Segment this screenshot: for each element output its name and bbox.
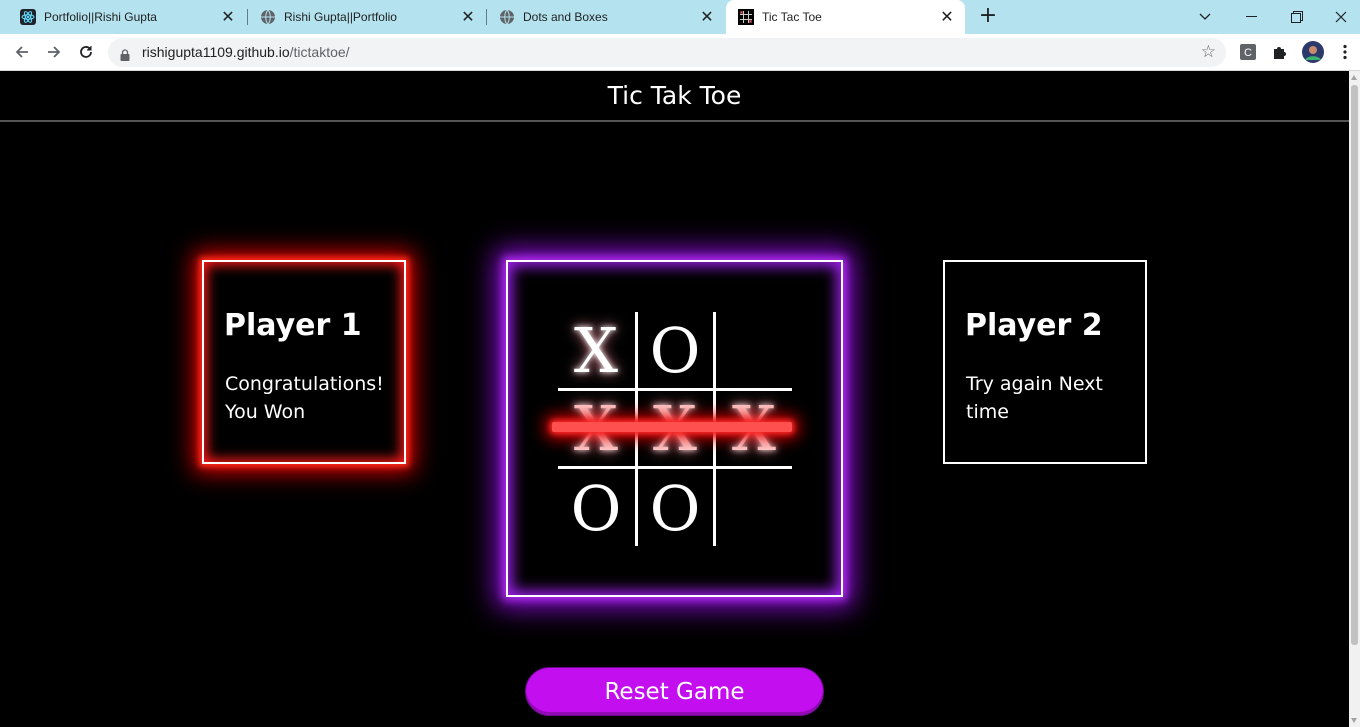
profile-avatar[interactable] [1302, 41, 1324, 63]
page-scrollbar[interactable] [1349, 71, 1360, 727]
tab-portfolio-1[interactable]: Portfolio||Rishi Gupta ✕ [0, 0, 246, 34]
back-icon[interactable] [8, 38, 36, 66]
url-text: rishigupta1109.github.io/tictaktoe/ [142, 44, 350, 60]
globe-icon [260, 9, 276, 25]
scroll-down-icon[interactable] [1351, 718, 1357, 723]
cell-2-2[interactable] [715, 469, 793, 547]
globe-icon [499, 9, 515, 25]
player-2-message-line-2: time [966, 401, 1009, 423]
cell-2-1[interactable]: O [636, 469, 714, 547]
player-1-message-line-2: You Won [225, 401, 306, 423]
page-title: Tic Tak Toe [607, 81, 742, 110]
player-1-message: Congratulations! You Won [225, 370, 384, 426]
tab-title: Portfolio||Rishi Gupta [44, 10, 157, 24]
close-tab-icon[interactable]: ✕ [935, 7, 959, 27]
game-board: X O X X X O O [506, 260, 843, 597]
winning-line [552, 422, 792, 432]
player-2-message: Try again Next time [966, 370, 1103, 426]
player-1-card: Player 1 Congratulations! You Won [202, 260, 406, 464]
reset-game-button[interactable]: Reset Game [525, 667, 824, 716]
address-bar[interactable]: rishigupta1109.github.io/tictaktoe/ ☆ [108, 38, 1226, 67]
react-icon [20, 9, 36, 25]
tab-tic-tac-toe[interactable]: Tic Tac Toe ✕ [726, 0, 965, 34]
cell-0-0[interactable]: X [557, 311, 635, 389]
url-path: /tictaktoe/ [289, 44, 350, 60]
close-tab-icon[interactable]: ✕ [216, 7, 240, 27]
player-1-name: Player 1 [224, 308, 362, 343]
cell-0-2[interactable] [715, 311, 793, 389]
tictactoe-icon [738, 9, 754, 25]
tab-dots-and-boxes[interactable]: Dots and Boxes ✕ [479, 0, 725, 34]
browser-toolbar: rishigupta1109.github.io/tictaktoe/ ☆ C [0, 34, 1360, 71]
tab-portfolio-2[interactable]: Rishi Gupta||Portfolio ✕ [240, 0, 486, 34]
tab-search-icon[interactable] [1182, 0, 1228, 34]
tab-title: Rishi Gupta||Portfolio [284, 10, 397, 24]
minimize-icon[interactable] [1228, 0, 1274, 34]
tab-title: Dots and Boxes [523, 10, 608, 24]
cell-0-1[interactable]: O [636, 311, 714, 389]
player-2-message-line-1: Try again Next [966, 373, 1103, 395]
tab-strip: Portfolio||Rishi Gupta ✕ Rishi Gupta||Po… [0, 0, 1360, 34]
close-tab-icon[interactable]: ✕ [456, 7, 480, 27]
game-page: Tic Tak Toe Player 1 Congratulations! Yo… [0, 71, 1349, 727]
extension-c-icon[interactable]: C [1239, 43, 1257, 61]
forward-icon[interactable] [40, 38, 68, 66]
cell-2-0[interactable]: O [557, 469, 635, 547]
bookmark-star-icon[interactable]: ☆ [1201, 42, 1216, 62]
tab-title: Tic Tac Toe [762, 10, 822, 24]
player-1-message-line-1: Congratulations! [225, 373, 384, 395]
extensions-puzzle-icon[interactable] [1271, 43, 1289, 61]
close-tab-icon[interactable]: ✕ [695, 7, 719, 27]
browser-menu-icon[interactable] [1336, 43, 1354, 61]
player-2-card: Player 2 Try again Next time [943, 260, 1147, 464]
new-tab-button[interactable]: + [976, 5, 1000, 29]
close-window-icon[interactable] [1318, 0, 1360, 34]
restore-icon[interactable] [1274, 0, 1320, 34]
url-host: rishigupta1109.github.io [142, 44, 290, 60]
svg-text:C: C [1244, 47, 1252, 59]
scroll-up-icon[interactable] [1351, 75, 1357, 80]
lock-icon [120, 46, 130, 61]
scrollbar-thumb[interactable] [1351, 85, 1358, 645]
page-header: Tic Tak Toe [0, 71, 1349, 122]
player-2-name: Player 2 [965, 308, 1103, 343]
reload-icon[interactable] [72, 38, 100, 66]
